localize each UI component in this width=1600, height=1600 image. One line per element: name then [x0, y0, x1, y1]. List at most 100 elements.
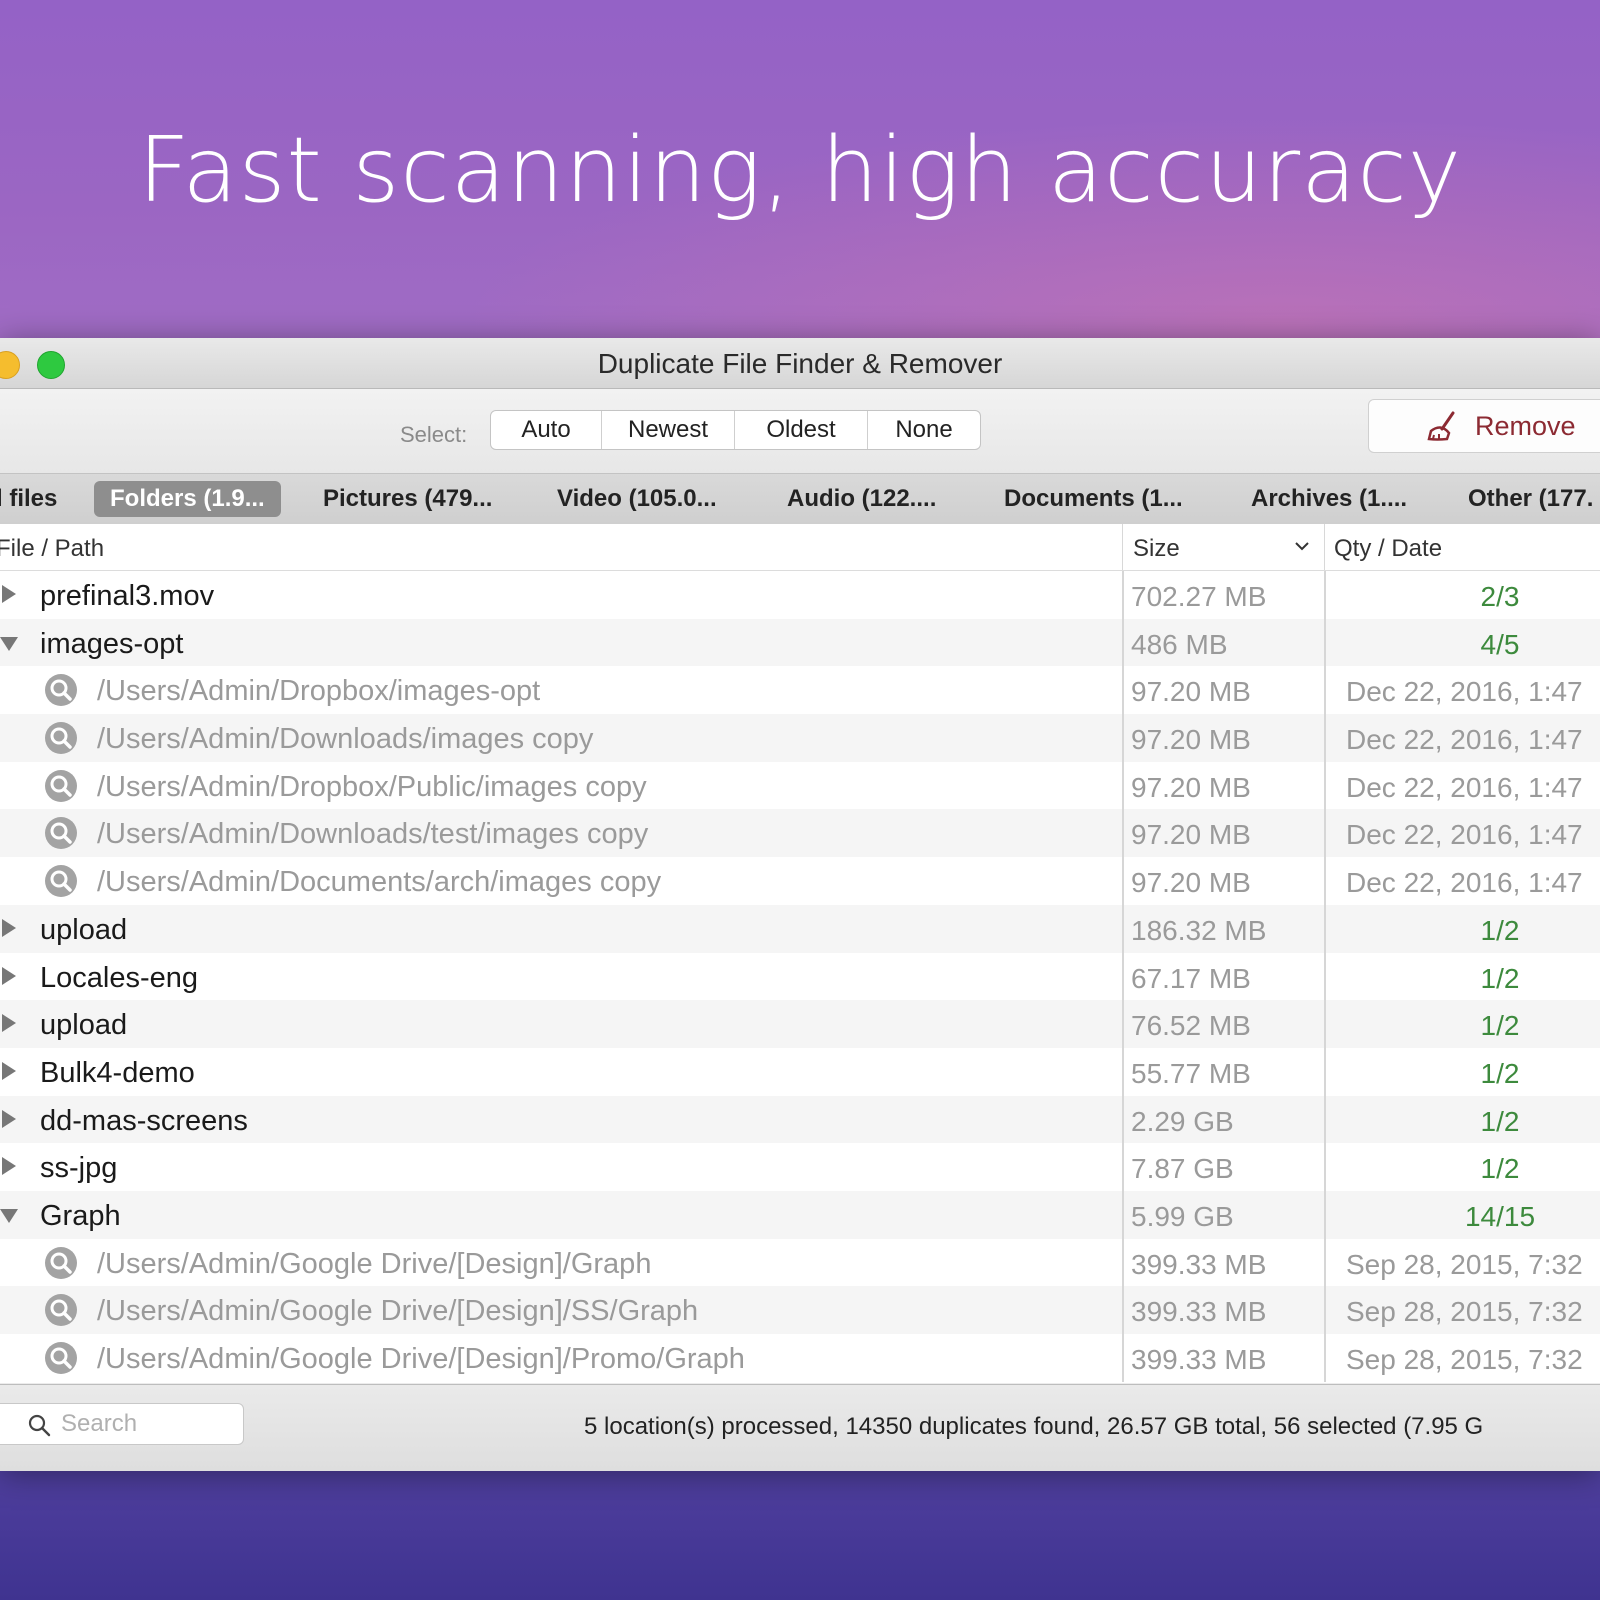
reveal-in-finder-icon[interactable] — [45, 1246, 77, 1279]
headline: Fast scanning, high accuracy — [137, 118, 1463, 223]
file-row[interactable]: /Users/Admin/Dropbox/Public/images copy 9… — [0, 761, 1600, 810]
file-path: /Users/Admin/Google Drive/[Design]/SS/Gr… — [97, 1295, 699, 1328]
column-divider — [1122, 857, 1124, 905]
file-row[interactable]: /Users/Admin/Google Drive/[Design]/SS/Gr… — [0, 1286, 1600, 1334]
group-name: Locales-eng — [40, 961, 198, 994]
group-row[interactable]: dd-mas-screens 2.29 GB 1/2 — [0, 1095, 1600, 1144]
reveal-in-finder-icon[interactable] — [45, 674, 77, 707]
group-row[interactable]: ss-jpg 7.87 GB 1/2 — [0, 1143, 1600, 1191]
column-size[interactable]: Size — [1133, 535, 1180, 563]
tab-folders[interactable]: Folders (1.9... — [94, 481, 281, 517]
category-tabs: l files Folders (1.9... Pictures (479...… — [0, 473, 1600, 525]
select-newest-button[interactable]: Newest — [602, 411, 735, 449]
remove-button[interactable]: Remove — [1368, 399, 1600, 453]
group-row[interactable]: Locales-eng 67.17 MB 1/2 — [0, 952, 1600, 1001]
column-divider — [1122, 1000, 1124, 1048]
file-path: /Users/Admin/Google Drive/[Design]/Graph — [97, 1247, 652, 1280]
file-path: /Users/Admin/Dropbox/images-opt — [97, 675, 541, 708]
group-qty: 1/2 — [1480, 1153, 1520, 1185]
group-row[interactable]: Graph 5.99 GB 14/15 — [0, 1190, 1600, 1239]
column-header: File / Path Size Qty / Date — [0, 524, 1600, 571]
file-date: Dec 22, 2016, 1:47 — [1346, 676, 1583, 708]
file-row[interactable]: /Users/Admin/Downloads/images copy 97.20 … — [0, 714, 1600, 762]
group-qty: 14/15 — [1464, 1200, 1536, 1232]
file-row[interactable]: /Users/Admin/Google Drive/[Design]/Promo… — [0, 1334, 1600, 1382]
reveal-in-finder-icon[interactable] — [45, 865, 77, 898]
broom-icon — [1427, 411, 1455, 441]
disclosure-closed-icon[interactable] — [2, 1014, 16, 1033]
reveal-in-finder-icon[interactable] — [45, 722, 77, 755]
column-divider — [1122, 1190, 1124, 1239]
column-divider — [1122, 1047, 1124, 1096]
column-file-path[interactable]: File / Path — [0, 535, 104, 563]
tab-pictures[interactable]: Pictures (479... — [323, 481, 492, 517]
disclosure-closed-icon[interactable] — [2, 585, 16, 603]
group-size: 76.52 MB — [1131, 1010, 1251, 1042]
select-oldest-button[interactable]: Oldest — [735, 411, 868, 449]
toolbar: Select: Auto Newest Oldest None Remove — [0, 389, 1600, 481]
search-input[interactable] — [59, 1408, 233, 1440]
search-icon — [28, 1414, 51, 1437]
title-bar: Duplicate File Finder & Remover — [0, 338, 1600, 389]
group-row[interactable]: prefinal3.mov 702.27 MB 2/3 — [0, 571, 1600, 619]
disclosure-open-icon[interactable] — [0, 636, 18, 651]
background-bottom — [0, 1468, 1600, 1600]
tab-other[interactable]: Other (177. — [1468, 481, 1593, 517]
column-divider — [1122, 761, 1124, 810]
group-size: 67.17 MB — [1131, 962, 1251, 994]
file-date: Sep 28, 2015, 7:32 — [1346, 1248, 1583, 1280]
disclosure-closed-icon[interactable] — [2, 1157, 16, 1176]
tab-documents[interactable]: Documents (1... — [1004, 481, 1183, 517]
file-row[interactable]: /Users/Admin/Documents/arch/images copy 9… — [0, 857, 1600, 905]
reveal-in-finder-icon[interactable] — [45, 1342, 77, 1374]
column-divider — [1122, 1286, 1124, 1334]
file-path: /Users/Admin/Downloads/images copy — [97, 723, 594, 756]
file-row[interactable]: /Users/Admin/Downloads/test/images copy 9… — [0, 809, 1600, 858]
group-size: 2.29 GB — [1131, 1105, 1234, 1137]
column-divider — [1324, 857, 1326, 905]
file-path: /Users/Admin/Downloads/test/images copy — [97, 818, 649, 851]
file-date: Dec 22, 2016, 1:47 — [1346, 819, 1583, 851]
tab-all-files[interactable]: l files — [0, 481, 57, 517]
column-divider — [1324, 524, 1325, 570]
column-divider — [1122, 1095, 1124, 1144]
group-qty: 1/2 — [1480, 1010, 1520, 1042]
reveal-in-finder-icon[interactable] — [45, 769, 77, 802]
group-size: 55.77 MB — [1131, 1057, 1251, 1089]
column-divider — [1122, 1334, 1124, 1382]
group-row[interactable]: Bulk4-demo 55.77 MB 1/2 — [0, 1047, 1600, 1096]
tab-archives[interactable]: Archives (1.... — [1251, 481, 1407, 517]
file-path: /Users/Admin/Google Drive/[Design]/Promo… — [97, 1343, 745, 1375]
column-qty-date[interactable]: Qty / Date — [1334, 535, 1442, 563]
column-divider — [1324, 1047, 1326, 1096]
file-row[interactable]: /Users/Admin/Dropbox/images-opt 97.20 MB D… — [0, 666, 1600, 715]
chevron-down-icon[interactable] — [1293, 539, 1311, 553]
disclosure-closed-icon[interactable] — [2, 918, 16, 937]
tab-video[interactable]: Video (105.0... — [557, 481, 717, 517]
select-auto-button[interactable]: Auto — [491, 411, 602, 449]
column-divider — [1324, 714, 1326, 762]
select-none-button[interactable]: None — [868, 411, 980, 449]
disclosure-closed-icon[interactable] — [2, 1061, 16, 1080]
reveal-in-finder-icon[interactable] — [45, 1294, 77, 1327]
column-divider — [1324, 1334, 1326, 1382]
file-row[interactable]: /Users/Admin/Google Drive/[Design]/Graph… — [0, 1238, 1600, 1287]
group-row[interactable]: upload 76.52 MB 1/2 — [0, 1000, 1600, 1048]
disclosure-closed-icon[interactable] — [2, 966, 16, 985]
column-divider — [1122, 1143, 1124, 1191]
disclosure-closed-icon[interactable] — [2, 1109, 16, 1128]
select-label: Select: — [400, 422, 468, 447]
reveal-in-finder-icon[interactable] — [45, 817, 77, 850]
search-field[interactable] — [0, 1403, 244, 1445]
group-qty: 1/2 — [1480, 962, 1520, 994]
status-text: 5 location(s) processed, 14350 duplicate… — [584, 1413, 1484, 1440]
disclosure-open-icon[interactable] — [0, 1208, 18, 1223]
group-row[interactable]: images-opt 486 MB 4/5 — [0, 618, 1600, 667]
file-size: 97.20 MB — [1131, 819, 1251, 851]
column-divider — [1324, 666, 1326, 715]
group-row[interactable]: upload 186.32 MB 1/2 — [0, 904, 1600, 953]
group-name: Graph — [40, 1199, 121, 1232]
column-divider — [1122, 571, 1124, 619]
column-divider — [1122, 714, 1124, 762]
tab-audio[interactable]: Audio (122.... — [787, 481, 936, 517]
